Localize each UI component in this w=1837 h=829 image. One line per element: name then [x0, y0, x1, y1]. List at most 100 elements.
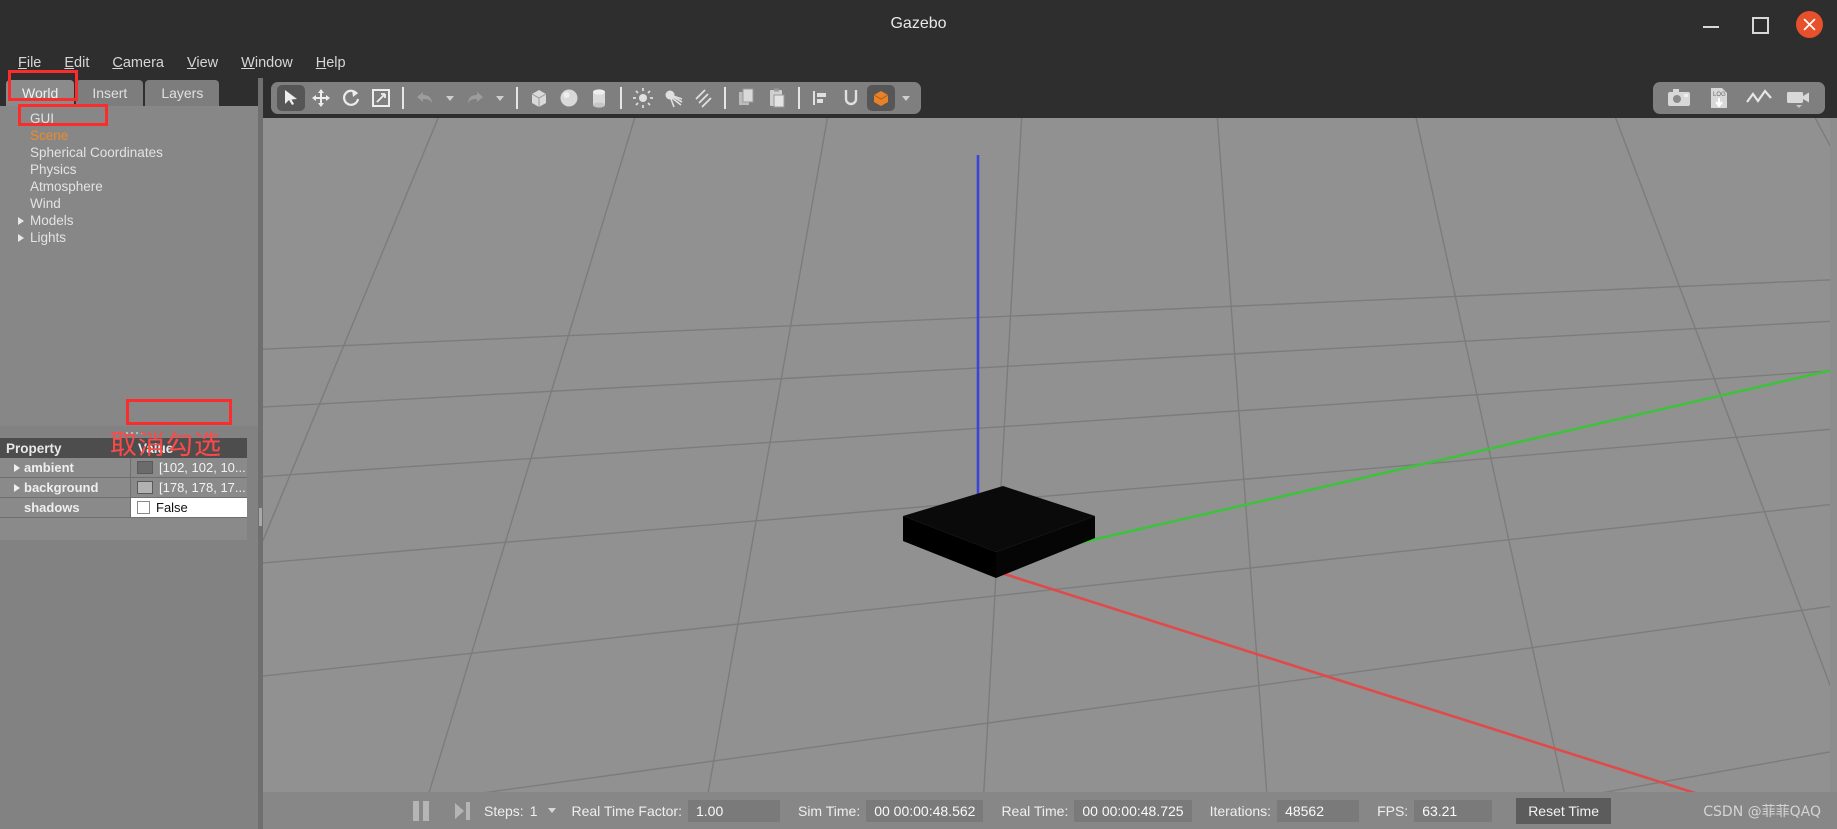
spot-light-button[interactable] [659, 85, 687, 111]
view-angle-button[interactable] [867, 85, 895, 111]
menu-edit[interactable]: Edit [54, 52, 99, 74]
undo-button[interactable] [411, 85, 439, 111]
property-label: background [24, 480, 99, 495]
tree-item-gui[interactable]: GUI [0, 110, 258, 127]
viewport-area: LOG Steps: 1 Real Time Factor: 1.00 Sim … [263, 78, 1837, 829]
cylinder-button[interactable] [585, 85, 613, 111]
directional-light-button[interactable] [689, 85, 717, 111]
record-video-icon[interactable] [1785, 85, 1813, 111]
tree-item-label: Spherical Coordinates [30, 145, 163, 160]
rotate-mode-button[interactable] [337, 85, 365, 111]
log-data-icon[interactable]: LOG [1705, 85, 1733, 111]
paste-button[interactable] [763, 85, 791, 111]
tree-item-label: Physics [30, 162, 77, 177]
plot-icon[interactable] [1745, 85, 1773, 111]
close-icon[interactable] [1796, 10, 1823, 38]
tree-item-label: Models [30, 213, 74, 228]
tree-item-lights[interactable]: Lights [0, 229, 258, 246]
viewport-toolbar: LOG [263, 78, 1837, 118]
fps-label: FPS: [1377, 802, 1409, 819]
window-controls [1700, 0, 1823, 48]
menu-help[interactable]: Help [306, 52, 356, 74]
screenshot-icon[interactable] [1665, 85, 1693, 111]
property-value-text: [102, 102, 10... [159, 460, 246, 475]
tree-item-scene[interactable]: Scene [0, 127, 258, 144]
real-time-factor-value: 1.00 [687, 799, 780, 822]
pause-button[interactable] [413, 800, 429, 821]
tree-item-atmosphere[interactable]: Atmosphere [0, 178, 258, 195]
view-angle-dropdown-icon[interactable] [902, 95, 910, 101]
window-title: Gazebo [890, 15, 947, 32]
chevron-right-icon[interactable] [14, 463, 20, 472]
status-bar: Steps: 1 Real Time Factor: 1.00 Sim Time… [263, 792, 1837, 829]
steps-label: Steps: [484, 802, 524, 819]
fps-value: 63.21 [1414, 799, 1493, 822]
tab-layers[interactable]: Layers [145, 80, 220, 106]
property-value-shadows[interactable]: False [130, 498, 247, 517]
chevron-right-icon[interactable] [18, 233, 24, 242]
property-value-background[interactable]: [178, 178, 17... [130, 478, 247, 497]
property-name-shadows[interactable]: shadows [0, 498, 130, 517]
property-value-text: False [156, 500, 188, 515]
chevron-right-icon[interactable] [18, 216, 24, 225]
tree-item-wind[interactable]: Wind [0, 195, 258, 212]
tree-item-label: Scene [30, 128, 69, 143]
watermark: CSDN @菲菲QAQ [1703, 804, 1821, 820]
svg-text:LOG: LOG [1713, 92, 1726, 98]
steps-dropdown-icon[interactable] [547, 808, 556, 813]
real-time-label: Real Time: [1001, 802, 1069, 819]
undo-dropdown-icon[interactable] [446, 95, 454, 101]
sim-time-label: Sim Time: [797, 802, 861, 819]
sim-time-value: 00 00:00:48.562 [866, 799, 984, 822]
copy-button[interactable] [733, 85, 761, 111]
table-row[interactable]: background [178, 178, 17... [0, 478, 247, 498]
property-value-text: [178, 178, 17... [159, 480, 246, 495]
color-swatch-icon [137, 461, 153, 474]
steps-value: 1 [529, 802, 538, 819]
menu-file[interactable]: File [8, 52, 51, 74]
box-button[interactable] [525, 85, 553, 111]
redo-dropdown-icon[interactable] [496, 95, 504, 101]
toolbar-capture-group: LOG [1653, 82, 1825, 114]
iterations-value: 48562 [1277, 799, 1360, 822]
maximize-icon[interactable] [1748, 13, 1770, 35]
snap-button[interactable] [837, 85, 865, 111]
select-mode-button[interactable] [277, 85, 305, 111]
align-button[interactable] [807, 85, 835, 111]
color-swatch-icon [137, 481, 153, 494]
reset-time-button[interactable]: Reset Time [1516, 797, 1611, 824]
chevron-right-icon[interactable] [14, 483, 20, 492]
menu-view[interactable]: View [177, 52, 228, 74]
tree-item-physics[interactable]: Physics [0, 161, 258, 178]
table-row[interactable]: shadows False [0, 498, 247, 518]
point-light-button[interactable] [629, 85, 657, 111]
toolbar-separator [798, 87, 800, 109]
tab-world[interactable]: World [6, 80, 75, 106]
real-time-value: 00 00:00:48.725 [1074, 799, 1192, 822]
minimize-icon[interactable] [1700, 13, 1722, 35]
gazebo-window: Gazebo File Edit Camera View Window Help… [0, 0, 1837, 829]
tab-insert[interactable]: Insert [76, 80, 144, 106]
viewport-scrollbar[interactable] [1830, 118, 1837, 829]
toolbar-separator [620, 87, 622, 109]
step-button[interactable] [455, 801, 470, 820]
tree-item-label: Atmosphere [30, 179, 103, 194]
tree-item-models[interactable]: Models [0, 212, 258, 229]
property-name-background[interactable]: background [0, 478, 130, 497]
menu-camera[interactable]: Camera [102, 52, 174, 74]
sphere-button[interactable] [555, 85, 583, 111]
tree-item-spherical-coordinates[interactable]: Spherical Coordinates [0, 144, 258, 161]
annotation-text-uncheck: 取消勾选 [110, 430, 222, 461]
title-bar: Gazebo [0, 0, 1837, 48]
tree-item-label: Wind [30, 196, 61, 211]
menu-window[interactable]: Window [231, 52, 303, 74]
panel-tabs: World Insert Layers [0, 78, 258, 106]
toolbar-main-group [271, 82, 921, 114]
toolbar-separator [724, 87, 726, 109]
3d-scene[interactable] [263, 118, 1837, 829]
redo-button[interactable] [461, 85, 489, 111]
shadows-checkbox[interactable] [137, 501, 150, 514]
toolbar-separator [516, 87, 518, 109]
scale-mode-button[interactable] [367, 85, 395, 111]
translate-mode-button[interactable] [307, 85, 335, 111]
